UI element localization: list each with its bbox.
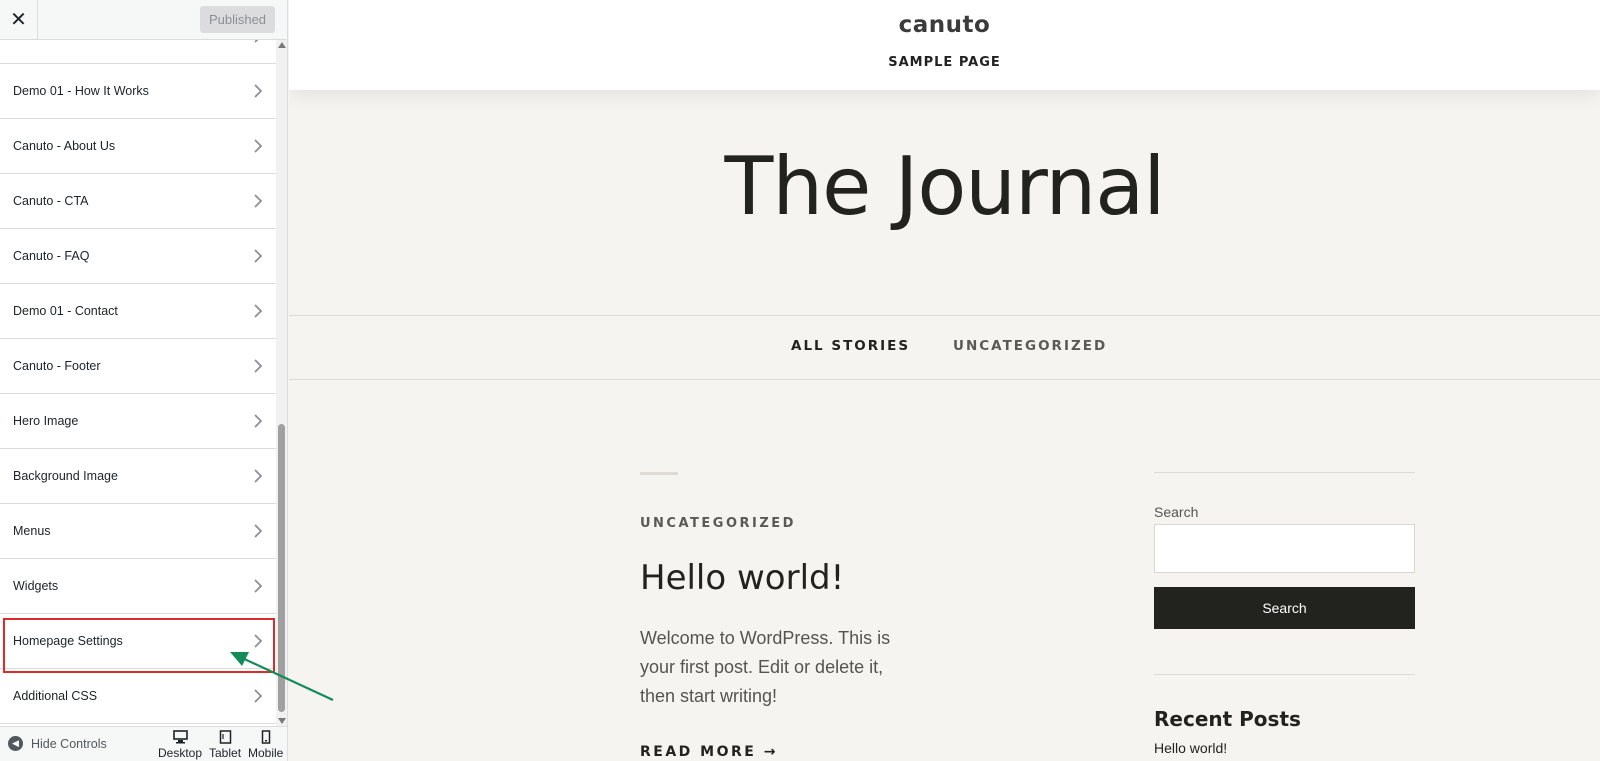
section-homepage-settings[interactable]: Homepage Settings	[0, 614, 276, 669]
section-menus[interactable]: Menus	[0, 504, 276, 559]
site-header: canuto SAMPLE PAGE	[289, 0, 1600, 90]
section-label: Canuto - FAQ	[13, 249, 90, 263]
search-input[interactable]	[1154, 524, 1415, 573]
scroll-up-icon[interactable]	[278, 42, 286, 48]
section-demo-01-testimonials[interactable]: Demo 01 - Testimonials	[0, 40, 276, 64]
device-tablet-button[interactable]: Tablet	[209, 730, 241, 760]
sidebar-scrollbar[interactable]	[276, 40, 287, 726]
collapse-icon: ◀	[8, 736, 23, 751]
post-excerpt: Welcome to WordPress. This is your first…	[640, 628, 891, 706]
chevron-right-icon	[254, 469, 263, 483]
read-more-link[interactable]: READ MORE →	[640, 744, 778, 760]
scrollbar-thumb[interactable]	[278, 424, 285, 712]
widget-divider	[1154, 674, 1415, 675]
sections-list: Demo 01 - Testimonials Demo 01 - How It …	[0, 40, 276, 726]
chevron-right-icon	[254, 414, 263, 428]
customizer-sidebar: ✕ Published Demo 01 - Testimonials Demo …	[0, 0, 288, 761]
section-canuto-footer[interactable]: Canuto - Footer	[0, 339, 276, 394]
section-label: Additional CSS	[13, 689, 98, 703]
hide-controls-label: Hide Controls	[31, 736, 107, 751]
section-demo-01-contact[interactable]: Demo 01 - Contact	[0, 284, 276, 339]
chevron-right-icon	[254, 40, 259, 43]
section-demo-01-how-it-works[interactable]: Demo 01 - How It Works	[0, 64, 276, 119]
search-label: Search	[1154, 504, 1199, 520]
chevron-right-icon	[254, 634, 263, 648]
section-hero-image[interactable]: Hero Image	[0, 394, 276, 449]
nav-link-sample-page[interactable]: SAMPLE PAGE	[289, 55, 1600, 70]
device-label: Mobile	[248, 746, 284, 760]
section-label: Background Image	[13, 469, 118, 483]
section-label: Hero Image	[13, 414, 79, 428]
recent-posts-title: Recent Posts	[1154, 707, 1301, 731]
published-button[interactable]: Published	[200, 6, 275, 33]
post-title[interactable]: Hello world!	[640, 558, 844, 598]
page-title: The Journal	[724, 140, 1166, 233]
section-label: Canuto - CTA	[13, 194, 89, 208]
hide-controls-button[interactable]: ◀ Hide Controls	[8, 736, 107, 751]
sidebar-footer: ◀ Hide Controls Desktop Tablet Mobile	[0, 726, 287, 761]
device-mobile-button[interactable]: Mobile	[248, 730, 283, 760]
mobile-icon	[261, 730, 270, 744]
sidebar-header: ✕ Published	[0, 0, 287, 40]
device-label: Tablet	[209, 746, 242, 760]
search-button[interactable]: Search	[1154, 587, 1415, 629]
section-label: Canuto - About Us	[13, 139, 116, 153]
site-preview: canuto SAMPLE PAGE The Journal ALL STORI…	[289, 0, 1600, 761]
chevron-right-icon	[254, 304, 263, 318]
section-canuto-about-us[interactable]: Canuto - About Us	[0, 119, 276, 174]
post-divider	[640, 472, 678, 475]
scroll-down-icon[interactable]	[278, 718, 286, 724]
section-label: Widgets	[13, 579, 59, 593]
chevron-right-icon	[254, 194, 263, 208]
chevron-right-icon	[254, 84, 263, 98]
section-label: Canuto - Footer	[13, 359, 101, 373]
section-label: Demo 01 - Testimonials	[13, 40, 143, 63]
section-label: Demo 01 - How It Works	[13, 84, 149, 98]
section-background-image[interactable]: Background Image	[0, 449, 276, 504]
chevron-right-icon	[254, 579, 263, 593]
chevron-right-icon	[254, 689, 263, 703]
section-canuto-cta[interactable]: Canuto - CTA	[0, 174, 276, 229]
desktop-icon	[172, 730, 188, 744]
chevron-right-icon	[254, 249, 263, 263]
tablet-icon	[219, 730, 231, 744]
section-label: Menus	[13, 524, 51, 538]
section-canuto-faq[interactable]: Canuto - FAQ	[0, 229, 276, 284]
recent-post-link[interactable]: Hello world!	[1154, 740, 1227, 756]
device-label: Desktop	[158, 746, 203, 760]
sidebar-widgets: Search Search Recent Posts Hello world!	[1154, 472, 1415, 756]
chevron-right-icon	[254, 139, 263, 153]
chevron-right-icon	[254, 359, 263, 373]
close-icon[interactable]: ✕	[0, 0, 38, 39]
section-label: Demo 01 - Contact	[13, 304, 118, 318]
section-label: Homepage Settings	[13, 634, 123, 648]
section-additional-css[interactable]: Additional CSS	[0, 669, 276, 724]
widget-divider	[1154, 472, 1415, 473]
section-widgets[interactable]: Widgets	[0, 559, 276, 614]
site-title[interactable]: canuto	[289, 12, 1600, 38]
category-all-stories[interactable]: ALL STORIES	[791, 338, 910, 354]
category-filter-bar: ALL STORIES UNCATEGORIZED	[289, 315, 1600, 380]
device-desktop-button[interactable]: Desktop	[158, 730, 202, 760]
post-card: UNCATEGORIZED Hello world! Welcome to Wo…	[640, 472, 940, 760]
chevron-right-icon	[254, 524, 263, 538]
category-uncategorized[interactable]: UNCATEGORIZED	[953, 338, 1107, 354]
post-category[interactable]: UNCATEGORIZED	[640, 516, 796, 531]
